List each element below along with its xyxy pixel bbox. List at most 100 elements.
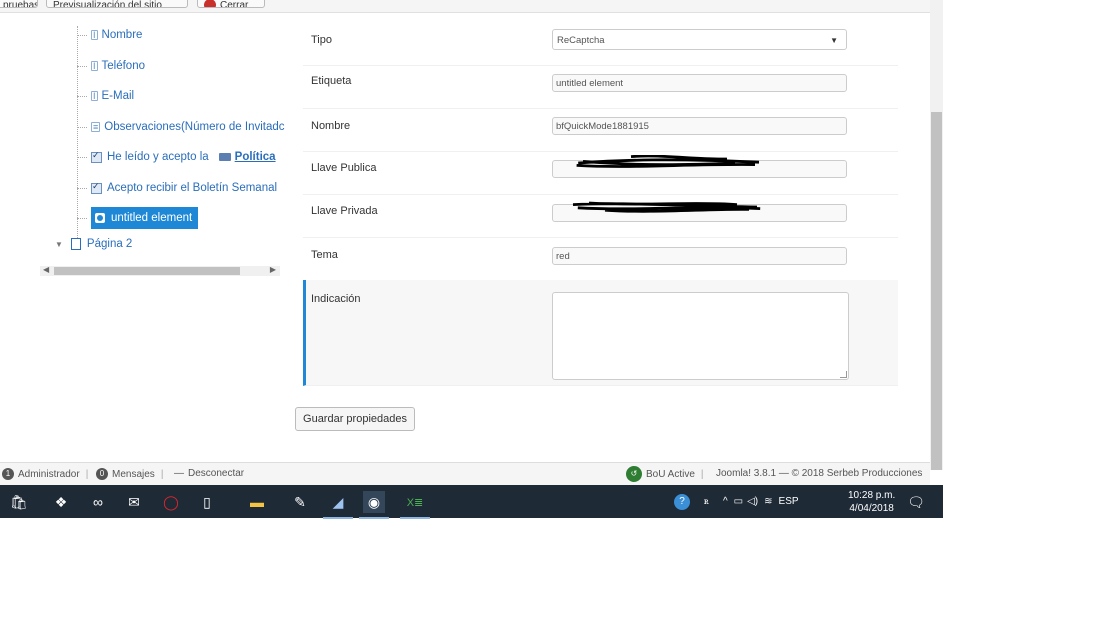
captcha-icon xyxy=(95,213,105,223)
etiqueta-label: Etiqueta xyxy=(311,75,352,87)
tree-item-label: Observaciones(Número de Invitadc xyxy=(104,121,285,133)
etiqueta-value: untitled element xyxy=(556,78,624,89)
scrollbar-thumb[interactable] xyxy=(931,112,942,470)
row-indicacion: Indicación xyxy=(303,280,898,386)
page-vertical-scrollbar[interactable] xyxy=(930,0,943,470)
tree-item-nombre[interactable]: I Nombre xyxy=(77,24,142,46)
clock-date: 4/04/2018 xyxy=(849,503,894,514)
tipo-value: ReCaptcha xyxy=(557,35,605,46)
llave-publica-input[interactable] xyxy=(552,155,847,178)
page2-label: Página 2 xyxy=(86,238,133,250)
llave-privada-input[interactable] xyxy=(552,201,847,222)
textfield-icon: I xyxy=(91,30,98,40)
tema-input[interactable]: red xyxy=(552,247,847,265)
windows-taskbar: 🛍 ❖ ∞ ✉ ◯ ▯ ▬ ✎ ◢ ◉ X≣ ? ꭱ ^ ▭ ◁) ≋ ESP … xyxy=(0,485,943,519)
bou-status[interactable]: ↺ BoU Active | xyxy=(626,466,710,482)
tipo-select[interactable]: ReCaptcha ▼ xyxy=(552,29,847,50)
mail-icon[interactable]: ✉ xyxy=(123,491,145,513)
infinity-icon[interactable]: ∞ xyxy=(87,491,109,513)
scroll-right-icon[interactable]: ▶ xyxy=(270,265,276,274)
messages-count-badge: 0 xyxy=(96,468,108,480)
nombre-label: Nombre xyxy=(311,120,351,132)
save-properties-button[interactable]: Guardar propiedades xyxy=(295,407,415,431)
preview-site-button[interactable]: Previsualización del sitio xyxy=(46,0,188,8)
clock-time: 10:28 p.m. xyxy=(848,490,896,501)
media-icon[interactable]: ◢ xyxy=(323,491,353,519)
selected-element-label: untitled element xyxy=(111,212,193,224)
selected-element[interactable]: untitled element xyxy=(91,207,199,229)
tree-item-label: E-Mail xyxy=(101,90,135,102)
wifi-icon[interactable]: ≋ xyxy=(764,496,772,507)
messages-status[interactable]: 0 Mensajes | xyxy=(96,468,169,480)
expand-caret-icon[interactable]: ▼ xyxy=(55,240,63,249)
tree-item-politica[interactable]: He leído y acepto la Política xyxy=(77,146,276,168)
app-window: pruebas Previsualización del sitio Cerra… xyxy=(0,0,943,518)
opera-icon[interactable]: ◯ xyxy=(160,491,182,513)
tree-item-observaciones[interactable]: ≡ Observaciones(Número de Invitadc xyxy=(77,116,285,138)
resize-grip-icon[interactable] xyxy=(840,371,847,378)
footer-text: Joomla! 3.8.1 — © 2018 Serbeb Produccion… xyxy=(716,468,923,479)
textarea-icon: ≡ xyxy=(91,122,101,132)
row-llave-publica: Llave Publica xyxy=(303,151,898,195)
tree-item-label: Nombre xyxy=(101,29,143,41)
tree-item-page2[interactable]: ▼ Página 2 xyxy=(55,238,132,250)
admin-status[interactable]: 1 Administrador | xyxy=(2,468,94,480)
chevron-up-icon[interactable]: ^ xyxy=(723,496,728,507)
row-tipo: Tipo ReCaptcha ▼ xyxy=(303,22,898,66)
preview-site-label: Previsualización del sitio xyxy=(53,0,162,8)
chrome-icon[interactable]: ◉ xyxy=(359,491,389,519)
save-properties-label: Guardar propiedades xyxy=(303,413,407,425)
nombre-value: bfQuickMode1881915 xyxy=(556,121,649,132)
row-nombre: Nombre bfQuickMode1881915 xyxy=(303,108,898,152)
messages-label: Mensajes xyxy=(112,468,155,480)
checkbox-icon xyxy=(91,181,102,194)
notifications-icon[interactable]: 🗨 xyxy=(905,491,927,513)
nombre-input[interactable]: bfQuickMode1881915 xyxy=(552,117,847,135)
people-icon[interactable]: ꭱ xyxy=(704,496,709,507)
tema-label: Tema xyxy=(311,249,338,261)
admin-status-bar: 1 Administrador | 0 Mensajes | — Desconectar … xyxy=(0,462,930,485)
tipo-label: Tipo xyxy=(311,34,332,46)
tree-item-label: He leído y acepto la xyxy=(107,151,209,163)
tree-item-label: Teléfono xyxy=(101,60,145,72)
language-indicator[interactable]: ESP xyxy=(779,496,799,507)
tree-item-email[interactable]: I E-Mail xyxy=(77,85,134,107)
pruebas-button[interactable]: pruebas xyxy=(0,0,38,8)
dropbox-icon[interactable]: ❖ xyxy=(50,491,72,513)
paint-icon[interactable]: ✎ xyxy=(289,491,311,513)
scrollbar-thumb[interactable] xyxy=(54,267,240,275)
bou-icon: ↺ xyxy=(626,466,642,482)
close-button[interactable]: Cerrar xyxy=(197,0,265,8)
scroll-left-icon[interactable]: ◀ xyxy=(43,265,49,274)
store-icon[interactable]: 🛍 xyxy=(8,491,30,513)
tree-horizontal-scrollbar[interactable]: ◀ ▶ xyxy=(40,265,280,276)
battery-icon[interactable]: ▭ xyxy=(734,496,743,507)
clock[interactable]: 10:28 p.m. 4/04/2018 xyxy=(848,489,895,515)
tree-item-boletin[interactable]: Acepto recibir el Boletín Semanal xyxy=(77,177,277,199)
row-tema: Tema red xyxy=(303,237,898,281)
help-icon[interactable]: ? xyxy=(674,493,690,510)
volume-icon[interactable]: ◁) xyxy=(747,496,758,507)
tree-item-untitled[interactable]: untitled element xyxy=(77,207,199,229)
explorer-icon[interactable]: ▬ xyxy=(246,491,268,513)
indicacion-textarea[interactable] xyxy=(552,292,849,380)
logout-label: Desconectar xyxy=(188,468,245,479)
bou-label: BoU Active xyxy=(646,468,695,480)
tree-item-label: Acepto recibir el Boletín Semanal xyxy=(107,182,278,194)
file-icon[interactable]: ▯ xyxy=(196,491,218,513)
excel-icon[interactable]: X≣ xyxy=(400,491,430,519)
indicacion-label: Indicación xyxy=(311,293,361,305)
redaction-scribble xyxy=(576,155,760,168)
system-tray: ? ꭱ ^ ▭ ◁) ≋ ESP xyxy=(674,485,799,518)
row-etiqueta: Etiqueta untitled element xyxy=(303,65,898,109)
textfield-icon: I xyxy=(91,91,98,101)
row-llave-privada: Llave Privada xyxy=(303,194,898,238)
politica-link[interactable]: Política xyxy=(235,151,276,163)
logout-link[interactable]: — Desconectar xyxy=(174,468,244,479)
checkbox-icon xyxy=(91,150,102,163)
folder-icon xyxy=(218,153,231,161)
chevron-down-icon: ▼ xyxy=(830,36,838,45)
etiqueta-input[interactable]: untitled element xyxy=(552,74,847,92)
pruebas-label: pruebas xyxy=(3,0,38,8)
tree-item-telefono[interactable]: I Teléfono xyxy=(77,55,145,77)
